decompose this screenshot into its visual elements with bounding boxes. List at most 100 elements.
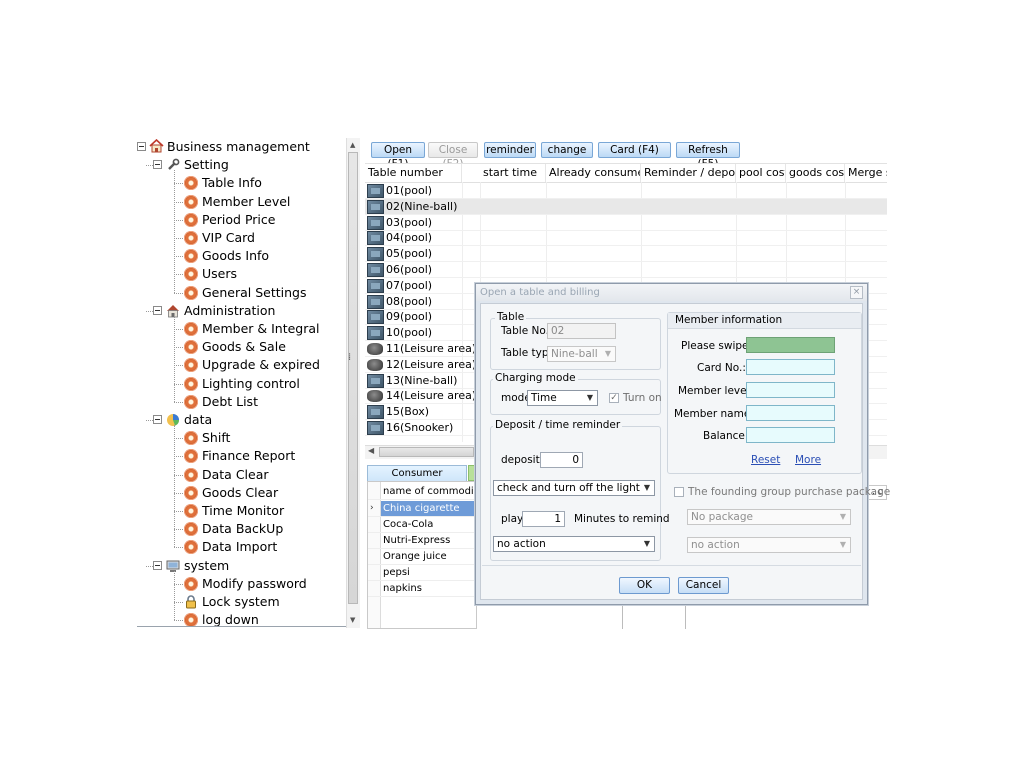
scroll-thumb[interactable] (348, 152, 358, 604)
package-checkbox[interactable] (674, 487, 684, 497)
tree-group-label: data (184, 412, 213, 427)
table-icon (367, 326, 384, 341)
scroll-thumb[interactable] (379, 447, 474, 457)
tree-item-member-integral[interactable]: Member & Integral (137, 320, 357, 338)
scroll-up-arrow-icon[interactable]: ▲ (350, 141, 355, 149)
tree-item-goods-clear[interactable]: Goods Clear (137, 484, 357, 502)
tree-item-upgrade-expired[interactable]: Upgrade & expired (137, 356, 357, 374)
swipe-field[interactable] (746, 337, 835, 353)
collapse-icon[interactable] (153, 560, 162, 570)
table-number-cell: 10(pool) (386, 326, 433, 340)
card-no-field[interactable] (746, 359, 835, 375)
package-select[interactable]: No package ▼ (687, 509, 851, 525)
mode-select[interactable]: Time ▼ (527, 390, 598, 406)
tree-item-debt-list[interactable]: Debt List (137, 393, 357, 411)
table-row[interactable]: 01(pool) (365, 183, 887, 199)
tree-item-shift[interactable]: Shift (137, 429, 357, 447)
member-level-field[interactable] (746, 382, 835, 398)
collapse-icon[interactable] (137, 142, 146, 151)
turn-on-checkbox[interactable]: ✓ (609, 393, 619, 403)
tree-item-data-import[interactable]: Data Import (137, 538, 357, 556)
table-row[interactable]: 06(pool) (365, 262, 887, 278)
open-button[interactable]: Open (F1) (371, 142, 425, 170)
more-link[interactable]: More (795, 454, 821, 466)
close-button[interactable]: Close (F2) (428, 142, 478, 170)
tree-connector (174, 547, 183, 549)
tree-group-data[interactable]: data (137, 411, 357, 429)
list-item[interactable]: Nutri-Express (368, 533, 476, 549)
collapse-icon[interactable] (153, 305, 162, 315)
column-name-of-commodity[interactable]: name of commodity (381, 484, 476, 499)
scroll-left-arrow-icon[interactable]: ◀ (368, 446, 374, 455)
tree-item-general-settings[interactable]: General Settings (137, 284, 357, 302)
tree-vertical-scrollbar[interactable]: ▲ ▼ (346, 138, 360, 628)
tree-item-lock-system[interactable]: Lock system (137, 593, 357, 611)
close-icon[interactable]: × (850, 286, 863, 299)
reminder-action-select[interactable]: no action ▼ (493, 536, 655, 552)
tree-connector (174, 511, 183, 512)
tree-item-label: Member Level (202, 193, 291, 209)
refresh-button[interactable]: Refresh (F5) (676, 142, 740, 170)
tree-group-system[interactable]: system (137, 557, 357, 575)
tree-connector (174, 383, 183, 385)
table-row[interactable]: 02(Nine-ball) (365, 198, 887, 215)
tree-group-administration[interactable]: Administration (137, 302, 357, 320)
column-start-time[interactable]: start time (480, 164, 546, 182)
tree-group-setting[interactable]: Setting (137, 156, 357, 174)
tab-consumer-information[interactable]: Consumer information (367, 465, 467, 495)
table-row[interactable]: 05(pool) (365, 246, 887, 263)
change-button[interactable]: change (541, 142, 593, 158)
table-number-cell: 05(pool) (386, 247, 433, 261)
table-number-cell: 09(pool) (386, 310, 433, 324)
column-pool-cost[interactable]: pool cost (736, 164, 786, 182)
list-item[interactable]: Orange juice (368, 549, 476, 565)
tree-item-period-price[interactable]: Period Price (137, 211, 357, 229)
balance-field[interactable] (746, 427, 835, 443)
tree-item-member-level[interactable]: Member Level (137, 193, 357, 211)
tree-item-data-clear[interactable]: Data Clear (137, 466, 357, 484)
collapse-icon[interactable] (153, 160, 162, 170)
scroll-down-arrow-icon[interactable]: ▼ (350, 616, 355, 624)
deposit-input[interactable]: 0 (540, 452, 583, 468)
member-name-label: Member name: (674, 408, 754, 420)
tree-item-label: Lighting control (202, 375, 300, 391)
tree-item-finance-report[interactable]: Finance Report (137, 447, 357, 465)
list-item[interactable]: Coca-Cola (368, 517, 476, 533)
dialog-title-bar[interactable]: Open a table and billing × (476, 284, 867, 301)
play-minutes-input[interactable]: 1 (522, 511, 565, 527)
tree-item-lighting-control[interactable]: Lighting control (137, 375, 357, 393)
card-button[interactable]: Card (F4) (598, 142, 671, 158)
table-row[interactable]: 04(pool) (365, 230, 887, 247)
cancel-button[interactable]: Cancel (678, 577, 729, 594)
table-no-field[interactable]: 02 (547, 323, 616, 339)
list-item[interactable]: napkins (368, 581, 476, 597)
member-name-field[interactable] (746, 405, 835, 421)
reminder-button[interactable]: reminder (484, 142, 536, 158)
column-merge[interactable]: Merge s (845, 164, 887, 182)
tree-item-label: Time Monitor (202, 503, 285, 518)
tree-item-goods-info[interactable]: Goods Info (137, 247, 357, 265)
collapse-icon[interactable] (153, 415, 162, 424)
column-goods-cost[interactable]: goods cost (786, 164, 845, 182)
splitter-grip-icon[interactable]: ⁞ (348, 352, 351, 363)
package-action-select[interactable]: no action ▼ (687, 537, 851, 553)
package-value: No package (691, 511, 753, 523)
tree-item-table-info[interactable]: Table Info (137, 174, 357, 192)
tree-item-time-monitor[interactable]: Time Monitor (137, 502, 357, 520)
tree-item-goods-sale[interactable]: Goods & Sale (137, 338, 357, 356)
tree-root-business-management[interactable]: Business management (137, 138, 357, 156)
table-row[interactable]: 03(pool) (365, 215, 887, 231)
tree-item-modify-password[interactable]: Modify password (137, 575, 357, 593)
column-already-consumed[interactable]: Already consumed (546, 164, 641, 182)
ok-button[interactable]: OK (619, 577, 670, 594)
reset-link[interactable]: Reset (751, 454, 780, 466)
tree-item-data-backup[interactable]: Data BackUp (137, 520, 357, 538)
tree-item-vip-card[interactable]: VIP Card (137, 229, 357, 247)
list-item[interactable]: › China cigarette (368, 501, 476, 517)
table-type-select[interactable]: Nine-ball ▼ (547, 346, 616, 362)
column-table-number[interactable]: Table number (365, 164, 462, 182)
light-option-select[interactable]: check and turn off the light ▼ (493, 480, 655, 496)
tree-item-users[interactable]: Users (137, 265, 357, 283)
column-reminder-deposit[interactable]: Reminder / deposit (641, 164, 736, 182)
list-item[interactable]: pepsi (368, 565, 476, 581)
